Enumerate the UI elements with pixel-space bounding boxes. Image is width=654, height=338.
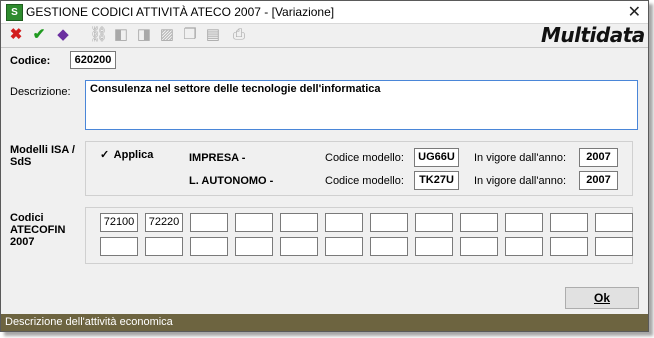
app-icon: S: [6, 4, 23, 21]
impresa-codice-field[interactable]: UG66U: [414, 148, 459, 167]
modelli-label-line1: Modelli ISA /: [10, 144, 75, 156]
checkmark-icon: ✓: [100, 149, 110, 161]
codice-label: Codice:: [10, 55, 51, 67]
close-icon[interactable]: ✕: [628, 2, 641, 22]
atecofin-code-field[interactable]: [280, 213, 318, 232]
applica-label: Applica: [113, 149, 154, 161]
status-bar: Descrizione dell'attività economica: [1, 314, 648, 331]
atecofin-code-field[interactable]: [235, 213, 273, 232]
atecofin-code-field[interactable]: [370, 237, 408, 256]
atecofin-code-field[interactable]: [505, 237, 543, 256]
atecofin-code-field[interactable]: [190, 237, 228, 256]
binoculars-icon: ⛓: [89, 26, 109, 43]
copy-doc-icon: ❐: [183, 26, 197, 43]
atecofin-code-field[interactable]: [235, 237, 273, 256]
codice-field[interactable]: 620200: [70, 51, 116, 69]
delete-doc-icon: ▨: [159, 26, 175, 43]
atecofin-code-field[interactable]: [550, 213, 588, 232]
tag-icon[interactable]: ◆: [54, 26, 72, 44]
atecofin-code-field[interactable]: [325, 213, 363, 232]
atecofin-code-field[interactable]: [550, 237, 588, 256]
atecofin-code-field[interactable]: [370, 213, 408, 232]
atecofin-code-field[interactable]: [415, 237, 453, 256]
atecofin-code-field[interactable]: [460, 213, 498, 232]
paste-doc-icon: ▤: [205, 26, 221, 43]
autonomo-label: L. AUTONOMO -: [189, 175, 274, 187]
modelli-group: [85, 141, 633, 196]
prev-doc-icon: ◧: [113, 26, 129, 43]
atecofin-code-field[interactable]: [595, 213, 633, 232]
applica-checkbox[interactable]: ✓ Applica: [100, 148, 153, 161]
multidata-logo: Multidata: [539, 23, 647, 47]
logo-text: Multidata: [541, 23, 645, 47]
title-bar: S GESTIONE CODICI ATTIVITÀ ATECO 2007 - …: [1, 1, 648, 24]
atecofin-code-field[interactable]: [460, 237, 498, 256]
toolbar-divider: [1, 47, 648, 48]
autonomo-codice-label: Codice modello:: [325, 175, 404, 187]
autonomo-vigore-field[interactable]: 2007: [579, 171, 618, 190]
autonomo-vigore-label: In vigore dall'anno:: [474, 175, 566, 187]
next-doc-icon: ◨: [136, 26, 152, 43]
atecofin-code-field[interactable]: [145, 237, 183, 256]
autonomo-codice-field[interactable]: TK27U: [414, 171, 459, 190]
atecofin-code-field[interactable]: 72100: [100, 213, 138, 232]
window-title: GESTIONE CODICI ATTIVITÀ ATECO 2007 - [V…: [26, 5, 335, 19]
confirm-icon[interactable]: ✔: [30, 26, 48, 44]
atecofin-label-line3: 2007: [10, 236, 35, 248]
atecofin-code-field[interactable]: [190, 213, 228, 232]
atecofin-code-field[interactable]: [280, 237, 318, 256]
main-window: S GESTIONE CODICI ATTIVITÀ ATECO 2007 - …: [0, 0, 649, 332]
impresa-vigore-field[interactable]: 2007: [579, 148, 618, 167]
descrizione-label: Descrizione:: [10, 86, 71, 98]
atecofin-label-line1: Codici: [10, 212, 44, 224]
atecofin-label-line2: ATECOFIN: [10, 224, 66, 236]
atecofin-code-field[interactable]: [595, 237, 633, 256]
atecofin-code-field[interactable]: [505, 213, 543, 232]
atecofin-code-field[interactable]: [415, 213, 453, 232]
impresa-vigore-label: In vigore dall'anno:: [474, 152, 566, 164]
print-icon: ⎙: [232, 26, 245, 43]
ok-button[interactable]: Ok: [565, 287, 639, 309]
descrizione-field[interactable]: Consulenza nel settore delle tecnologie …: [85, 80, 638, 130]
impresa-codice-label: Codice modello:: [325, 152, 404, 164]
atecofin-code-field[interactable]: [325, 237, 363, 256]
atecofin-code-field[interactable]: [100, 237, 138, 256]
modelli-label-line2: SdS: [10, 156, 32, 168]
cancel-icon[interactable]: ✖: [7, 26, 25, 44]
atecofin-code-field[interactable]: 72220: [145, 213, 183, 232]
impresa-label: IMPRESA -: [189, 152, 246, 164]
